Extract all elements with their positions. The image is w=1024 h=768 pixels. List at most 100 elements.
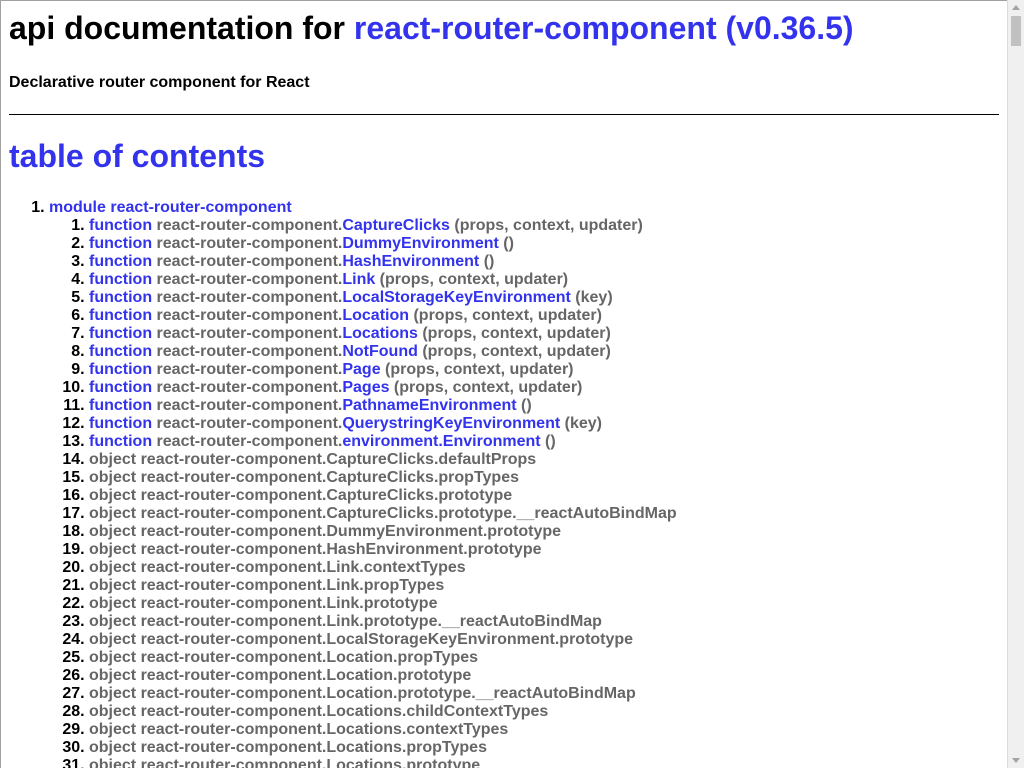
scroll-thumb[interactable] (1011, 16, 1021, 46)
toc-item-function-link[interactable]: Page (342, 361, 380, 378)
toc-item-namespace: react-router-component. (156, 235, 343, 252)
toc-item-object-link[interactable]: object react-router-component.HashEnviro… (89, 541, 542, 558)
toc-item-object-link[interactable]: object react-router-component.Locations.… (89, 739, 487, 756)
toc-item-kind[interactable]: function (89, 271, 152, 288)
toc-item-object-link[interactable]: object react-router-component.LocalStora… (89, 631, 633, 648)
toc-item-object-link[interactable]: object react-router-component.CaptureCli… (89, 487, 512, 504)
toc-item: object react-router-component.Link.proto… (89, 613, 1007, 631)
toc-item: object react-router-component.CaptureCli… (89, 469, 1007, 487)
toc-item: object react-router-component.Location.p… (89, 685, 1007, 703)
toc-item-object-link[interactable]: object react-router-component.Locations.… (89, 721, 508, 738)
toc-item-namespace: react-router-component. (156, 415, 343, 432)
package-link[interactable]: react-router-component (v0.36.5) (354, 10, 854, 46)
toc-item-function-link[interactable]: Locations (342, 325, 418, 342)
toc-item: object react-router-component.Link.proto… (89, 595, 1007, 613)
toc-item-args: (props, context, updater) (449, 217, 643, 234)
toc-item-kind[interactable]: function (89, 253, 152, 270)
toc-item-kind[interactable]: function (89, 343, 152, 360)
toc-item-object-link[interactable]: object react-router-component.CaptureCli… (89, 505, 677, 522)
toc-item-list: function react-router-component.CaptureC… (49, 217, 1007, 768)
toc-item-function-link[interactable]: environment.Environment (342, 433, 540, 450)
toc-item-kind[interactable]: function (89, 289, 152, 306)
toc-item-function-link[interactable]: PathnameEnvironment (342, 397, 516, 414)
toc-item-namespace: react-router-component. (156, 307, 343, 324)
toc-item-function-link[interactable]: NotFound (342, 343, 418, 360)
toc-item-kind[interactable]: function (89, 235, 152, 252)
toc-item: function react-router-component.Pages (p… (89, 379, 1007, 397)
toc-item-kind[interactable]: function (89, 361, 152, 378)
toc-item-function-link[interactable]: QuerystringKeyEnvironment (342, 415, 560, 432)
toc-item: function react-router-component.Location… (89, 325, 1007, 343)
toc-item: function react-router-component.environm… (89, 433, 1007, 451)
toc-item-kind[interactable]: function (89, 415, 152, 432)
toc-item: object react-router-component.CaptureCli… (89, 505, 1007, 523)
toc-item-kind[interactable]: function (89, 217, 152, 234)
toc-item: function react-router-component.Querystr… (89, 415, 1007, 433)
page-title: api documentation for react-router-compo… (9, 9, 1007, 47)
toc-item-object-link[interactable]: object react-router-component.Location.p… (89, 649, 478, 666)
scroll-down-arrow-icon[interactable] (1012, 758, 1020, 763)
package-description: Declarative router component for React (9, 74, 310, 91)
toc-item-object-link[interactable]: object react-router-component.Link.conte… (89, 559, 466, 576)
toc-item-namespace: react-router-component. (156, 361, 343, 378)
toc-item-function-link[interactable]: HashEnvironment (342, 253, 479, 270)
toc-module-item: module react-router-component function r… (49, 199, 1007, 768)
toc-item-namespace: react-router-component. (156, 379, 343, 396)
toc-item: object react-router-component.Location.p… (89, 667, 1007, 685)
vertical-scrollbar[interactable] (1007, 0, 1024, 768)
toc-item-object-link[interactable]: object react-router-component.Link.proto… (89, 595, 437, 612)
toc-item-namespace: react-router-component. (156, 325, 343, 342)
toc-item-function-link[interactable]: LocalStorageKeyEnvironment (342, 289, 571, 306)
toc-list: module react-router-component function r… (9, 199, 1007, 768)
toc-item-namespace: react-router-component. (156, 271, 343, 288)
toc-item-function-link[interactable]: CaptureClicks (342, 217, 450, 234)
toc-item-args: () (540, 433, 556, 450)
toc-item-kind[interactable]: function (89, 307, 152, 324)
toc-item-namespace: react-router-component. (156, 289, 343, 306)
toc-item-object-link[interactable]: object react-router-component.DummyEnvir… (89, 523, 561, 540)
page-content: api documentation for react-router-compo… (1, 9, 1007, 768)
toc-item: object react-router-component.Locations.… (89, 739, 1007, 757)
header-divider (9, 114, 999, 115)
toc-item-args: (props, context, updater) (375, 271, 569, 288)
toc-item-kind[interactable]: function (89, 379, 152, 396)
toc-item-namespace: react-router-component. (156, 433, 343, 450)
toc-item: object react-router-component.Link.conte… (89, 559, 1007, 577)
toc-item: function react-router-component.CaptureC… (89, 217, 1007, 235)
module-link[interactable]: module react-router-component (49, 199, 292, 216)
toc-item: object react-router-component.Locations.… (89, 703, 1007, 721)
toc-item-object-link[interactable]: object react-router-component.CaptureCli… (89, 469, 519, 486)
toc-item-args: (props, context, updater) (417, 343, 611, 360)
toc-item: function react-router-component.Page (pr… (89, 361, 1007, 379)
toc-item: object react-router-component.Locations.… (89, 721, 1007, 739)
toc-item: function react-router-component.DummyEnv… (89, 235, 1007, 253)
scroll-up-arrow-icon[interactable] (1012, 5, 1020, 10)
toc-item-function-link[interactable]: Location (342, 307, 409, 324)
toc-item-object-link[interactable]: object react-router-component.Link.proto… (89, 613, 602, 630)
toc-item: object react-router-component.Locations.… (89, 757, 1007, 768)
toc-item-function-link[interactable]: DummyEnvironment (342, 235, 498, 252)
toc-item-object-link[interactable]: object react-router-component.Locations.… (89, 703, 548, 720)
toc-item-kind[interactable]: function (89, 433, 152, 450)
toc-item: object react-router-component.Link.propT… (89, 577, 1007, 595)
toc-item-namespace: react-router-component. (156, 397, 343, 414)
toc-item: function react-router-component.HashEnvi… (89, 253, 1007, 271)
toc-item-object-link[interactable]: object react-router-component.Location.p… (89, 685, 636, 702)
toc-item-function-link[interactable]: Link (342, 271, 375, 288)
toc-item-kind[interactable]: function (89, 325, 152, 342)
toc-item-object-link[interactable]: object react-router-component.Locations.… (89, 757, 480, 768)
toc-item-args: (props, context, updater) (417, 325, 611, 342)
toc-item: function react-router-component.NotFound… (89, 343, 1007, 361)
toc-item-namespace: react-router-component. (156, 217, 343, 234)
toc-item: object react-router-component.LocalStora… (89, 631, 1007, 649)
toc-item-function-link[interactable]: Pages (342, 379, 389, 396)
toc-item-object-link[interactable]: object react-router-component.Location.p… (89, 667, 471, 684)
toc-item: function react-router-component.Link (pr… (89, 271, 1007, 289)
toc-item-object-link[interactable]: object react-router-component.CaptureCli… (89, 451, 536, 468)
toc-item: function react-router-component.LocalSto… (89, 289, 1007, 307)
toc-item-object-link[interactable]: object react-router-component.Link.propT… (89, 577, 444, 594)
toc-item-kind[interactable]: function (89, 397, 152, 414)
document-viewport: api documentation for react-router-compo… (0, 0, 1007, 768)
toc-item: object react-router-component.HashEnviro… (89, 541, 1007, 559)
toc-heading: table of contents (9, 138, 266, 174)
